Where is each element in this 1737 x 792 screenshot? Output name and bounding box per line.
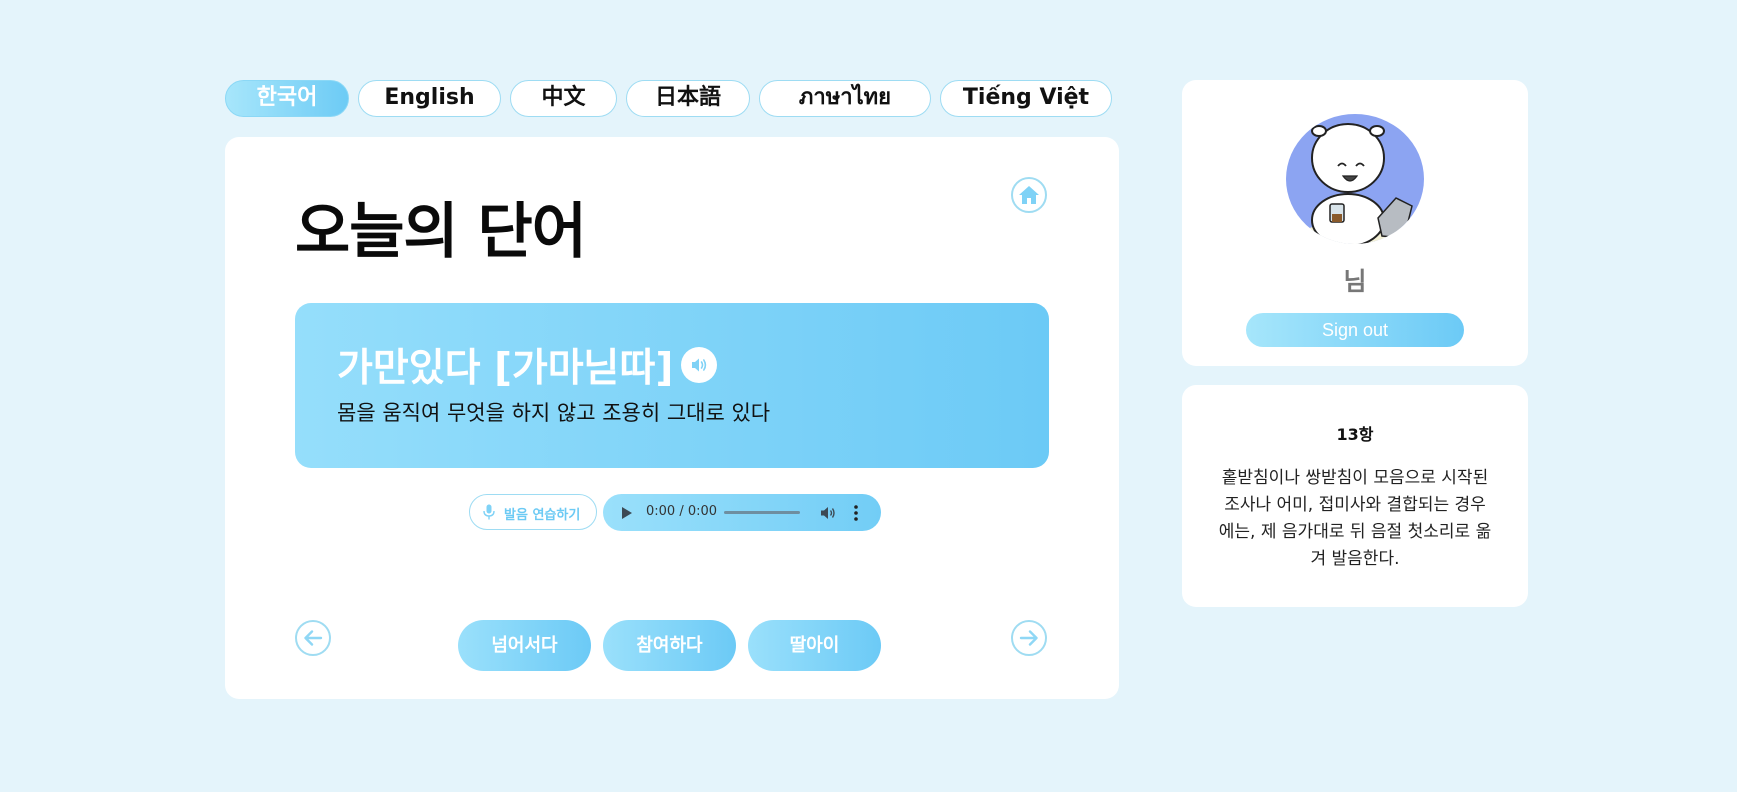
word-meaning: 몸을 움직여 무엇을 하지 않고 조용히 그대로 있다 bbox=[337, 401, 771, 425]
avatar-character-icon bbox=[1297, 123, 1413, 244]
microphone-icon bbox=[483, 504, 495, 520]
audio-time: 0:00 / 0:00 bbox=[646, 504, 718, 519]
related-word-button[interactable]: 넘어서다 bbox=[458, 620, 591, 671]
arrow-right-icon bbox=[1019, 630, 1038, 646]
next-word-button[interactable] bbox=[1011, 620, 1047, 656]
practice-label: 발음 연습하기 bbox=[504, 508, 581, 523]
arrow-left-icon bbox=[304, 630, 323, 646]
lang-tab-thai[interactable]: ภาษาไทย bbox=[759, 80, 931, 117]
play-icon[interactable] bbox=[621, 506, 633, 520]
audio-progress-track[interactable] bbox=[724, 511, 800, 514]
sign-out-button[interactable]: Sign out bbox=[1246, 313, 1464, 347]
more-vertical-icon[interactable] bbox=[853, 504, 859, 522]
page-title: 오늘의 단어 bbox=[295, 197, 587, 267]
lang-tab-korean[interactable]: 한국어 bbox=[225, 80, 349, 117]
speaker-button[interactable] bbox=[681, 347, 718, 383]
rule-title: 13항 bbox=[1336, 425, 1374, 444]
speaker-icon bbox=[692, 358, 707, 372]
home-button[interactable] bbox=[1011, 177, 1047, 213]
word-box: 가만있다 [가마닏따] 몸을 움직여 무엇을 하지 않고 조용히 그대로 있다 bbox=[295, 303, 1049, 468]
related-word-button[interactable]: 참여하다 bbox=[603, 620, 736, 671]
word-of-the-day-card: 오늘의 단어 가만있다 [가마닏따] 몸을 움직여 무엇을 하지 않고 조용히 … bbox=[225, 137, 1119, 699]
avatar bbox=[1286, 114, 1424, 244]
audio-player: 0:00 / 0:00 bbox=[603, 494, 881, 531]
lang-tab-chinese[interactable]: 中文 bbox=[510, 80, 617, 117]
volume-icon[interactable] bbox=[820, 505, 836, 521]
lang-tab-japanese[interactable]: 日本語 bbox=[626, 80, 750, 117]
related-word-button[interactable]: 딸아이 bbox=[748, 620, 881, 671]
pronunciation-practice-button[interactable]: 발음 연습하기 bbox=[469, 494, 597, 530]
user-name: 님 bbox=[1343, 267, 1367, 296]
rule-body: 홑받침이나 쌍받침이 모음으로 시작된 조사나 어미, 접미사와 결합되는 경우… bbox=[1218, 468, 1492, 569]
profile-card: 님 Sign out bbox=[1182, 80, 1528, 366]
lang-tab-vietnamese[interactable]: Tiếng Việt bbox=[940, 80, 1112, 117]
previous-word-button[interactable] bbox=[295, 620, 331, 656]
home-icon bbox=[1019, 186, 1039, 204]
pronunciation-rule-card: 13항 홑받침이나 쌍받침이 모음으로 시작된 조사나 어미, 접미사와 결합되… bbox=[1182, 385, 1528, 607]
word-text: 가만있다 [가마닏따] bbox=[337, 346, 674, 391]
word-line: 가만있다 [가마닏따] bbox=[337, 337, 718, 393]
lang-tab-english[interactable]: English bbox=[358, 80, 501, 117]
